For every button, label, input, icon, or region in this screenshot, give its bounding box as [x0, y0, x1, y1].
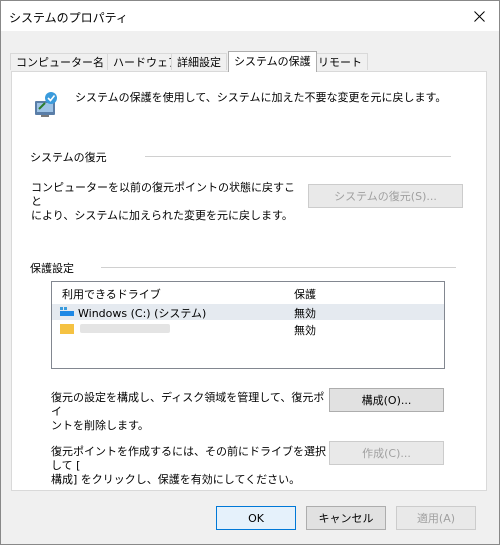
system-protection-shield-icon — [35, 92, 57, 117]
folder-drive-icon — [60, 324, 74, 334]
drive-row[interactable]: 無効 — [52, 321, 444, 337]
configure-description-line2: ントを削除します。 — [51, 419, 149, 432]
protection-group-label: 保護設定 — [30, 260, 80, 276]
system-restore-button[interactable]: システムの復元(S)... — [308, 184, 463, 208]
available-drives-list[interactable]: 利用できるドライブ 保護 Windows (C:) (システム) 無効 無効 — [51, 281, 445, 369]
configure-button[interactable]: 構成(O)... — [329, 388, 444, 412]
create-description-line2: 構成] をクリックし、保護を有効にしてください。 — [51, 473, 301, 486]
apply-button[interactable]: 適用(A) — [396, 506, 476, 530]
configure-description: 復元の設定を構成し、ディスク領域を管理して、復元ポイ ントを削除します。 — [51, 391, 326, 433]
restore-description: コンピューターを以前の復元ポイントの状態に戻すこと により、システムに加えられた… — [31, 181, 301, 223]
title-bar: システムのプロパティ — [1, 1, 499, 31]
create-button[interactable]: 作成(C)... — [329, 441, 444, 465]
restore-description-line1: コンピューターを以前の復元ポイントの状態に戻すこと — [31, 181, 295, 208]
close-button[interactable] — [459, 1, 499, 31]
system-drive-icon — [60, 307, 74, 316]
system-properties-window: システムのプロパティ コンピューター名 ハードウェア 詳細設定 システムの保護 … — [0, 0, 500, 545]
tab-computer-name[interactable]: コンピューター名 — [10, 53, 110, 70]
drive-protection-status: 無効 — [294, 307, 316, 320]
redacted-drive-name — [80, 324, 170, 333]
window-title: システムのプロパティ — [9, 11, 128, 25]
intro-description: システムの保護を使用して、システムに加えた不要な変更を元に戻します。 — [75, 91, 447, 104]
drive-name: Windows (C:) (システム) — [78, 307, 207, 320]
configure-description-line1: 復元の設定を構成し、ディスク領域を管理して、復元ポイ — [51, 391, 325, 418]
protection-group-line — [101, 267, 456, 268]
restore-group-line — [145, 156, 451, 157]
close-icon — [473, 10, 485, 22]
drive-protection-status: 無効 — [294, 324, 316, 337]
drive-row[interactable]: Windows (C:) (システム) 無効 — [52, 304, 444, 320]
restore-group-label: システムの復元 — [30, 149, 113, 165]
create-description: 復元ポイントを作成するには、その前にドライブを選択して [ 構成] をクリックし… — [51, 445, 326, 487]
create-description-line1: 復元ポイントを作成するには、その前にドライブを選択して [ — [51, 445, 326, 472]
tab-remote[interactable]: リモート — [312, 53, 368, 70]
drive-list-header: 利用できるドライブ 保護 — [52, 282, 444, 302]
column-header-protection[interactable]: 保護 — [294, 286, 316, 302]
tab-advanced[interactable]: 詳細設定 — [171, 53, 227, 70]
column-header-drives[interactable]: 利用できるドライブ — [62, 286, 161, 302]
restore-description-line2: により、システムに加えられた変更を元に戻します。 — [31, 209, 293, 222]
cancel-button[interactable]: キャンセル — [306, 506, 386, 530]
ok-button[interactable]: OK — [216, 506, 296, 530]
tab-system-protection[interactable]: システムの保護 — [228, 51, 317, 72]
